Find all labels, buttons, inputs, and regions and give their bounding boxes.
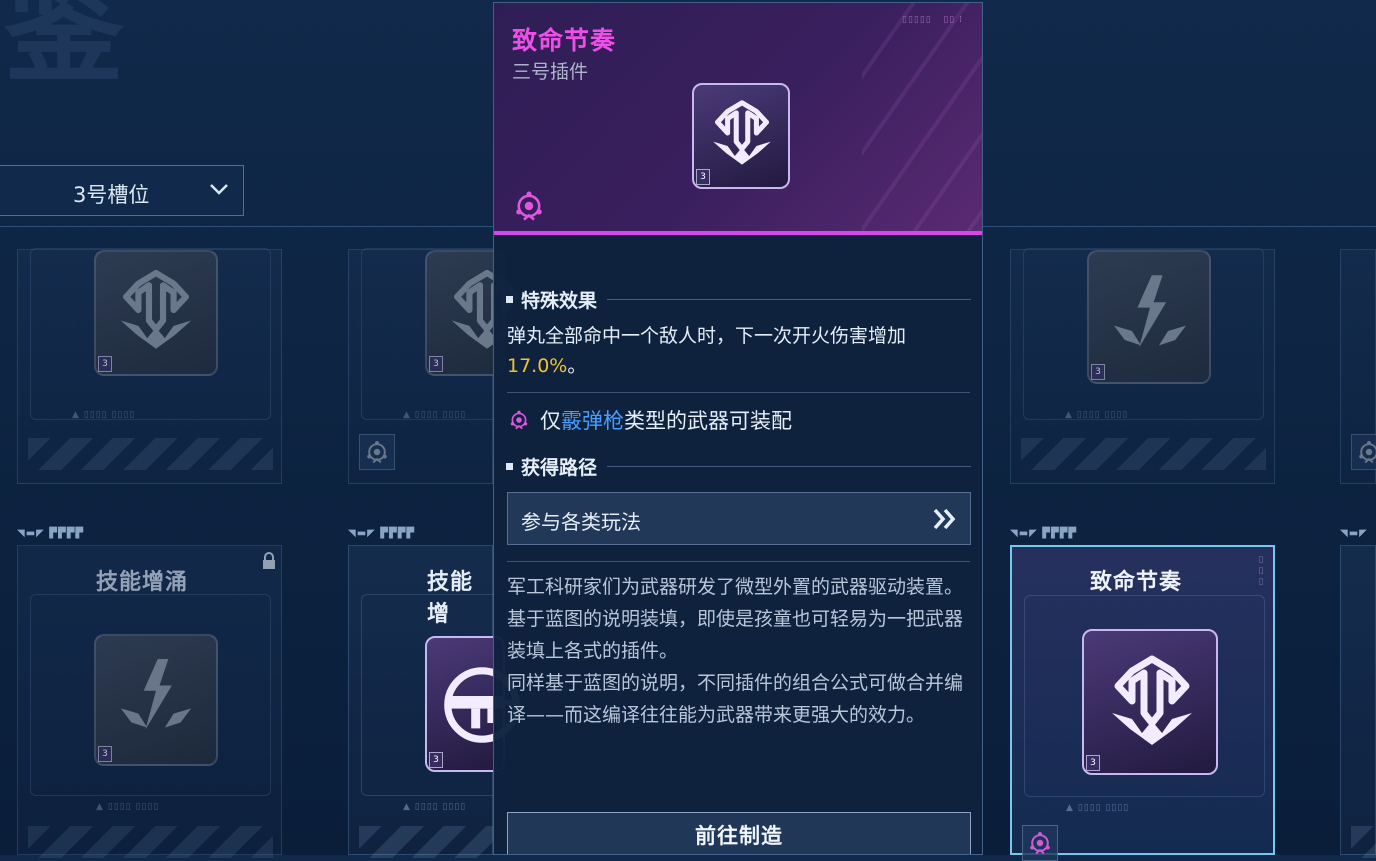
popup-code-decor: ▯▯▯▯▯ ▯▯ ⁞ xyxy=(902,15,963,25)
plugin-card[interactable]: 技能增 3 ▲ ▯▯▯▯ ▯▯▯▯ xyxy=(348,545,494,858)
weapon-prefix: 仅 xyxy=(540,409,561,433)
weapon-type-badge xyxy=(1022,825,1058,861)
route-label: 参与各类玩法 xyxy=(521,510,641,534)
weapon-restriction: 仅霰弹枪 类型的武器可装配 xyxy=(508,405,792,435)
popup-header: 致命节奏 三号插件 ▯▯▯▯▯ ▯▯ ⁞ 3 xyxy=(494,3,982,231)
card-tag-decor: ◥▬◤ ▛▛▛▛ xyxy=(1010,528,1078,539)
effect-text: 弹丸全部命中一个敌人时，下一次开火伤害增加 xyxy=(507,325,907,347)
shotgun-type-icon xyxy=(1027,830,1053,856)
lore-fade xyxy=(494,738,982,798)
card-tag-decor: ◥▬◤ ▛▛▛▛ xyxy=(348,528,416,539)
card-tag-decor: ◥▬◤ ▛▛▛▛ xyxy=(17,528,85,539)
plugin-card[interactable]: 3 ▲ ▯▯▯▯ ▯▯▯▯ xyxy=(17,248,282,484)
card-ticker: ▲ ▯▯▯▯ ▯▯▯▯ xyxy=(403,802,467,812)
card-ticker: ▲ ▯▯▯▯ ▯▯▯▯ xyxy=(1065,410,1129,420)
level-badge: 3 xyxy=(1086,755,1100,771)
plugin-icon-box: 3 xyxy=(94,250,218,376)
go-craft-label: 前往制造 xyxy=(695,824,783,848)
plugin-emblem-icon xyxy=(112,652,200,740)
section-effect-label: 特殊效果 xyxy=(521,290,598,312)
weapon-type-badge xyxy=(1351,434,1376,470)
plugin-card-edge[interactable] xyxy=(1340,545,1376,858)
card-ticker: ▲ ▯▯▯▯ ▯▯▯▯ xyxy=(1066,803,1130,813)
weapon-type-badge xyxy=(359,434,395,470)
section-source-label: 获得路径 xyxy=(521,457,598,479)
background-title-glyph: 鉴 xyxy=(4,0,124,99)
plugin-emblem-icon xyxy=(706,97,778,169)
weapon-type-link[interactable]: 霰弹枪 xyxy=(561,405,624,435)
section-effect-heading: 特殊效果 xyxy=(506,286,971,313)
level-badge: 3 xyxy=(429,356,443,372)
rarity-bar xyxy=(494,231,982,235)
shotgun-type-icon xyxy=(512,189,546,223)
plugin-card[interactable]: 3 ▲ ▯▯▯▯ ▯▯▯▯ xyxy=(1010,248,1275,484)
plugin-emblem-icon xyxy=(1105,268,1195,358)
popup-subtitle: 三号插件 xyxy=(512,61,589,83)
card-title: 致命节奏 xyxy=(1090,570,1183,595)
plugin-card-locked[interactable]: 技能增涌 3 ▲ ▯▯▯▯ ▯▯▯▯ xyxy=(17,545,282,858)
card-hatch xyxy=(1351,826,1376,858)
plugin-icon-box: 3 xyxy=(1087,250,1211,384)
popup-plugin-icon-box: 3 xyxy=(692,83,790,189)
plugin-card-edge[interactable] xyxy=(1340,249,1376,484)
level-badge: 3 xyxy=(696,169,710,185)
section-source-heading: 获得路径 xyxy=(506,453,971,480)
slot-dropdown[interactable]: 3号槽位 xyxy=(0,165,244,216)
popup-title: 致命节奏 xyxy=(512,26,617,55)
effect-suffix: 。 xyxy=(567,355,587,377)
acquire-route-button[interactable]: 参与各类玩法 xyxy=(507,492,971,545)
go-craft-button[interactable]: 前往制造 xyxy=(507,812,971,854)
plugin-icon-box: 3 xyxy=(1082,629,1218,775)
plugin-card-selected[interactable]: 致命节奏 ▯▯▯ 3 ▲ ▯▯▯▯ ▯▯▯▯ xyxy=(1010,545,1275,861)
effect-description: 弹丸全部命中一个敌人时，下一次开火伤害增加 17.0%。 xyxy=(507,321,967,381)
card-hatch xyxy=(359,826,494,858)
plugin-emblem-icon xyxy=(1102,651,1202,751)
divider xyxy=(507,561,970,562)
card-serial: ▯▯▯ xyxy=(1256,555,1266,588)
level-badge: 3 xyxy=(1091,364,1105,380)
plugin-emblem-icon xyxy=(112,266,200,354)
double-chevron-right-icon xyxy=(933,508,956,530)
card-tag-decor: ◥▬◤ xyxy=(1340,528,1368,539)
plugin-detail-popup: 致命节奏 三号插件 ▯▯▯▯▯ ▯▯ ⁞ 3 特殊效果 弹丸全部命中一个敌人时，… xyxy=(493,2,983,855)
shotgun-type-icon xyxy=(364,439,390,465)
shotgun-type-icon xyxy=(508,409,530,431)
card-title: 技能增涌 xyxy=(96,570,189,595)
card-ticker: ▲ ▯▯▯▯ ▯▯▯▯ xyxy=(96,802,160,812)
card-hatch xyxy=(28,826,273,858)
level-badge: 3 xyxy=(98,356,112,372)
plugin-card[interactable]: 3 ▲ ▯▯▯▯ ▯▯▯▯ xyxy=(348,248,493,484)
level-badge: 3 xyxy=(98,746,112,762)
level-badge: 3 xyxy=(429,752,443,768)
divider xyxy=(507,392,970,393)
shotgun-type-icon xyxy=(1356,439,1376,465)
slot-dropdown-label: 3号槽位 xyxy=(73,183,150,207)
card-hatch xyxy=(28,438,273,470)
chevron-down-icon xyxy=(210,184,228,195)
lock-icon xyxy=(263,552,275,569)
lore-content: 军工科研家们为武器研发了微型外置的武器驱动装置。 基于蓝图的说明装填，即使是孩童… xyxy=(507,576,964,726)
card-hatch xyxy=(1021,438,1266,470)
weapon-suffix: 类型的武器可装配 xyxy=(624,409,792,433)
plugin-icon-box: 3 xyxy=(94,634,218,766)
card-ticker: ▲ ▯▯▯▯ ▯▯▯▯ xyxy=(403,410,467,420)
effect-value: 17.0% xyxy=(507,355,568,377)
card-ticker: ▲ ▯▯▯▯ ▯▯▯▯ xyxy=(72,410,136,420)
